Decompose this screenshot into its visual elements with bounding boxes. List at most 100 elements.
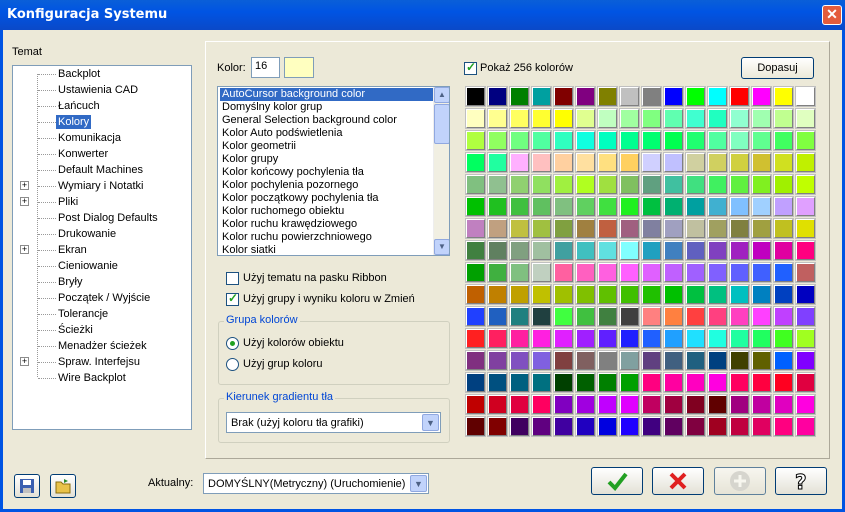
list-item[interactable]: Kolor ruchu powierzchniowego [220, 231, 433, 244]
color-swatch[interactable] [641, 174, 662, 195]
tree-item[interactable]: Komunikacja [13, 130, 191, 146]
color-swatch[interactable] [509, 240, 530, 261]
color-swatch[interactable] [773, 262, 794, 283]
color-swatch[interactable] [465, 218, 486, 239]
color-swatch[interactable] [553, 240, 574, 261]
color-swatch[interactable] [553, 174, 574, 195]
color-swatch[interactable] [751, 372, 772, 393]
list-item[interactable]: Kolor geometrii [220, 140, 433, 153]
color-swatch[interactable] [751, 262, 772, 283]
color-swatch[interactable] [597, 262, 618, 283]
color-swatch[interactable] [707, 86, 728, 107]
color-swatch[interactable] [641, 86, 662, 107]
color-swatch[interactable] [597, 152, 618, 173]
color-swatch[interactable] [729, 328, 750, 349]
color-swatch[interactable] [795, 416, 816, 437]
color-swatch[interactable] [575, 416, 596, 437]
tree-item[interactable]: + Spraw. Interfejsu [13, 354, 191, 370]
tree-item[interactable]: Post Dialog Defaults [13, 210, 191, 226]
ok-button[interactable] [591, 467, 643, 495]
color-swatch[interactable] [553, 130, 574, 151]
color-swatch[interactable] [465, 328, 486, 349]
tree-item[interactable]: Łańcuch [13, 98, 191, 114]
color-swatch[interactable] [465, 284, 486, 305]
color-swatch[interactable] [751, 152, 772, 173]
tree-item[interactable]: Ustawienia CAD [13, 82, 191, 98]
color-swatch[interactable] [795, 218, 816, 239]
tree-item[interactable]: Drukowanie [13, 226, 191, 242]
color-swatch[interactable] [795, 152, 816, 173]
color-swatch[interactable] [509, 152, 530, 173]
color-swatch[interactable] [465, 152, 486, 173]
color-swatch[interactable] [751, 108, 772, 129]
color-swatch[interactable] [531, 174, 552, 195]
color-swatch[interactable] [465, 130, 486, 151]
color-swatch[interactable] [641, 108, 662, 129]
color-swatch[interactable] [773, 394, 794, 415]
color-swatch[interactable] [773, 372, 794, 393]
color-swatch[interactable] [465, 174, 486, 195]
color-swatch[interactable] [641, 262, 662, 283]
color-swatch[interactable] [553, 394, 574, 415]
color-swatch[interactable] [663, 328, 684, 349]
list-item[interactable]: Kolor siatki [220, 244, 433, 255]
tree-item[interactable]: Ścieżki [13, 322, 191, 338]
color-swatch[interactable] [487, 152, 508, 173]
color-swatch[interactable] [729, 130, 750, 151]
color-swatch[interactable] [575, 262, 596, 283]
color-swatch[interactable] [685, 306, 706, 327]
color-swatch[interactable] [685, 416, 706, 437]
color-swatch[interactable] [751, 394, 772, 415]
color-swatch[interactable] [729, 152, 750, 173]
color-swatch[interactable] [465, 240, 486, 261]
color-swatch[interactable] [575, 108, 596, 129]
color-swatch[interactable] [487, 350, 508, 371]
color-swatch[interactable] [509, 196, 530, 217]
color-swatch[interactable] [487, 130, 508, 151]
color-swatch[interactable] [707, 328, 728, 349]
color-swatch[interactable] [663, 152, 684, 173]
color-swatch[interactable] [553, 372, 574, 393]
color-swatch[interactable] [509, 108, 530, 129]
color-swatch[interactable] [707, 218, 728, 239]
color-swatch[interactable] [641, 328, 662, 349]
expand-icon[interactable]: + [20, 357, 29, 366]
color-swatch[interactable] [795, 240, 816, 261]
color-swatch[interactable] [465, 394, 486, 415]
color-swatch[interactable] [729, 350, 750, 371]
current-config-select[interactable]: DOMYŚLNY(Metryczny) (Uruchomienie) ▼ [203, 473, 429, 494]
color-swatch[interactable] [487, 108, 508, 129]
add-button[interactable] [714, 467, 766, 495]
color-swatch[interactable] [685, 328, 706, 349]
color-swatch[interactable] [773, 240, 794, 261]
color-swatch[interactable] [729, 394, 750, 415]
color-swatch[interactable] [795, 86, 816, 107]
color-swatch[interactable] [465, 372, 486, 393]
color-swatch[interactable] [531, 130, 552, 151]
color-swatch[interactable] [795, 108, 816, 129]
color-swatch[interactable] [685, 240, 706, 261]
expand-icon[interactable]: + [20, 181, 29, 190]
cancel-button[interactable] [652, 467, 704, 495]
color-swatch[interactable] [663, 284, 684, 305]
color-swatch[interactable] [795, 306, 816, 327]
tree-item[interactable]: Menadżer ścieżek [13, 338, 191, 354]
help-button[interactable]: ? [775, 467, 827, 495]
color-swatch[interactable] [531, 240, 552, 261]
color-swatch[interactable] [619, 86, 640, 107]
color-swatch[interactable] [465, 416, 486, 437]
color-item-list[interactable]: ▲ ▼ AutoCursor background color Domyślny … [217, 86, 450, 256]
color-swatch[interactable] [509, 86, 530, 107]
color-swatch[interactable] [487, 372, 508, 393]
color-swatch[interactable] [795, 328, 816, 349]
color-swatch[interactable] [575, 350, 596, 371]
color-swatch[interactable] [663, 350, 684, 371]
color-swatch[interactable] [531, 416, 552, 437]
color-swatch[interactable] [641, 350, 662, 371]
color-swatch[interactable] [487, 416, 508, 437]
color-swatch[interactable] [685, 174, 706, 195]
chevron-down-icon[interactable]: ▼ [410, 475, 427, 492]
color-swatch[interactable] [773, 174, 794, 195]
color-swatch[interactable] [597, 416, 618, 437]
color-swatch[interactable] [707, 284, 728, 305]
